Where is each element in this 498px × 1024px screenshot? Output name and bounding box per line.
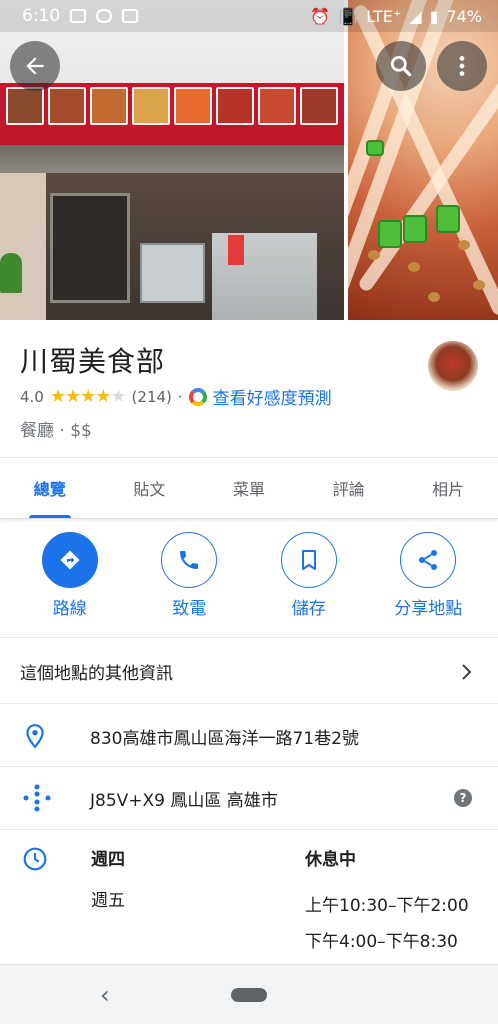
- share-label: 分享地點: [394, 599, 463, 619]
- divider: [0, 703, 498, 704]
- signal-icon: ◢: [409, 6, 422, 26]
- call-button[interactable]: 致電: [134, 532, 244, 626]
- bookmark-icon: [301, 550, 316, 570]
- help-icon[interactable]: ?: [454, 789, 472, 807]
- alarm-icon: ⏰: [310, 6, 331, 26]
- battery-icon: ▮: [429, 6, 439, 26]
- rating-row: 4.0 ★★★★★ (214) · 查看好感度預測: [20, 384, 332, 409]
- save-label: 儲存: [291, 599, 326, 619]
- more-info-label: 這個地點的其他資訊: [20, 664, 173, 684]
- hours-next-time-2: 下午4:00–下午8:30: [305, 932, 458, 952]
- separator-dot: ·: [177, 387, 183, 406]
- rating-value: 4.0: [20, 387, 44, 406]
- share-icon: [419, 550, 438, 570]
- predict-link[interactable]: 查看好感度預測: [213, 384, 332, 409]
- status-bar: 6:10 ⏰ 📳 LTE⁺ ◢ ▮ 74%: [0, 0, 498, 32]
- divider: [0, 637, 498, 638]
- phone-icon: [180, 551, 199, 569]
- battery-level: 74%: [446, 6, 482, 26]
- address-row[interactable]: 830高雄市鳳山區海洋一路71巷2號: [0, 705, 498, 767]
- message-icon: [70, 9, 87, 23]
- hours-today-status: 休息中: [305, 850, 356, 870]
- photo-gallery[interactable]: [0, 0, 498, 320]
- hours-today-day: 週四: [91, 850, 125, 870]
- plus-code-text: J85V+X9 鳳山區 高雄市: [90, 790, 278, 811]
- hours-section[interactable]: 週四 休息中 週五 上午10:30–下午2:00 下午4:00–下午8:30: [0, 830, 498, 962]
- hours-next-time-1: 上午10:30–下午2:00: [305, 896, 469, 916]
- back-button[interactable]: [10, 41, 60, 91]
- search-button[interactable]: [376, 41, 426, 91]
- search-icon: [390, 55, 412, 77]
- tab-menu[interactable]: 菜單: [199, 458, 299, 518]
- more-vert-icon: [459, 56, 465, 76]
- vibrate-icon: 📳: [338, 6, 359, 26]
- nav-home-pill[interactable]: [231, 987, 267, 1002]
- share-button[interactable]: 分享地點: [373, 532, 483, 626]
- location-pin-icon: [26, 724, 44, 749]
- clock-icon: [23, 847, 47, 871]
- place-name: 川蜀美食部: [20, 345, 166, 378]
- action-buttons: 路線 致電 儲存 分享地點: [0, 532, 498, 626]
- plus-code-row[interactable]: J85V+X9 鳳山區 高雄市 ?: [0, 767, 498, 829]
- star-rating: ★★★★★: [49, 386, 127, 407]
- line-app-icon: [96, 9, 113, 23]
- tab-overview[interactable]: 總覽: [0, 458, 100, 518]
- directions-icon: [60, 550, 80, 570]
- nav-back-icon[interactable]: ‹: [100, 981, 110, 1009]
- review-count[interactable]: (214): [132, 388, 172, 406]
- chevron-right-icon: [462, 663, 472, 680]
- tab-reviews[interactable]: 評論: [299, 458, 399, 518]
- google-logo-icon: [188, 387, 207, 406]
- more-info-row[interactable]: 這個地點的其他資訊: [0, 640, 498, 703]
- directions-button[interactable]: 路線: [15, 532, 125, 626]
- plus-code-icon: [23, 784, 51, 812]
- call-label: 致電: [172, 599, 207, 619]
- network-type: LTE⁺: [366, 6, 402, 26]
- store-sign: [0, 83, 344, 145]
- arrow-back-icon: [26, 57, 44, 75]
- hours-next-day: 週五: [91, 891, 125, 911]
- k-app-icon: [122, 9, 139, 23]
- place-thumbnail[interactable]: [428, 341, 478, 391]
- tab-bar: 總覽 貼文 菜單 評論 相片: [0, 457, 498, 519]
- more-options-button[interactable]: [437, 41, 487, 91]
- status-time: 6:10: [22, 6, 61, 26]
- directions-label: 路線: [52, 599, 87, 619]
- place-category: 餐廳 · $$: [20, 421, 92, 441]
- system-nav-bar: ‹: [0, 964, 498, 1024]
- address-text: 830高雄市鳳山區海洋一路71巷2號: [90, 728, 359, 749]
- save-button[interactable]: 儲存: [254, 532, 364, 626]
- tab-photos[interactable]: 相片: [398, 458, 498, 518]
- tab-posts[interactable]: 貼文: [100, 458, 200, 518]
